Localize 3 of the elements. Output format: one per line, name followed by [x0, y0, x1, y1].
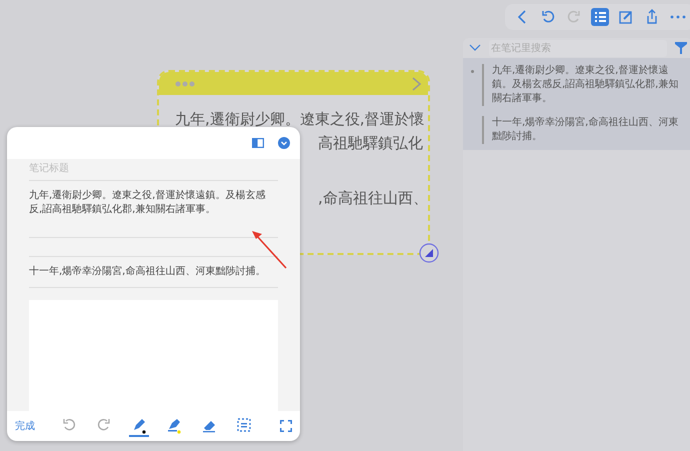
card-text: ,命高祖往山西、 — [318, 188, 428, 209]
card-text: 九年,遷衛尉少卿。遼東之役,督運於懷 — [175, 109, 425, 130]
card-text: 高祖馳驛鎮弘化 — [318, 133, 423, 154]
